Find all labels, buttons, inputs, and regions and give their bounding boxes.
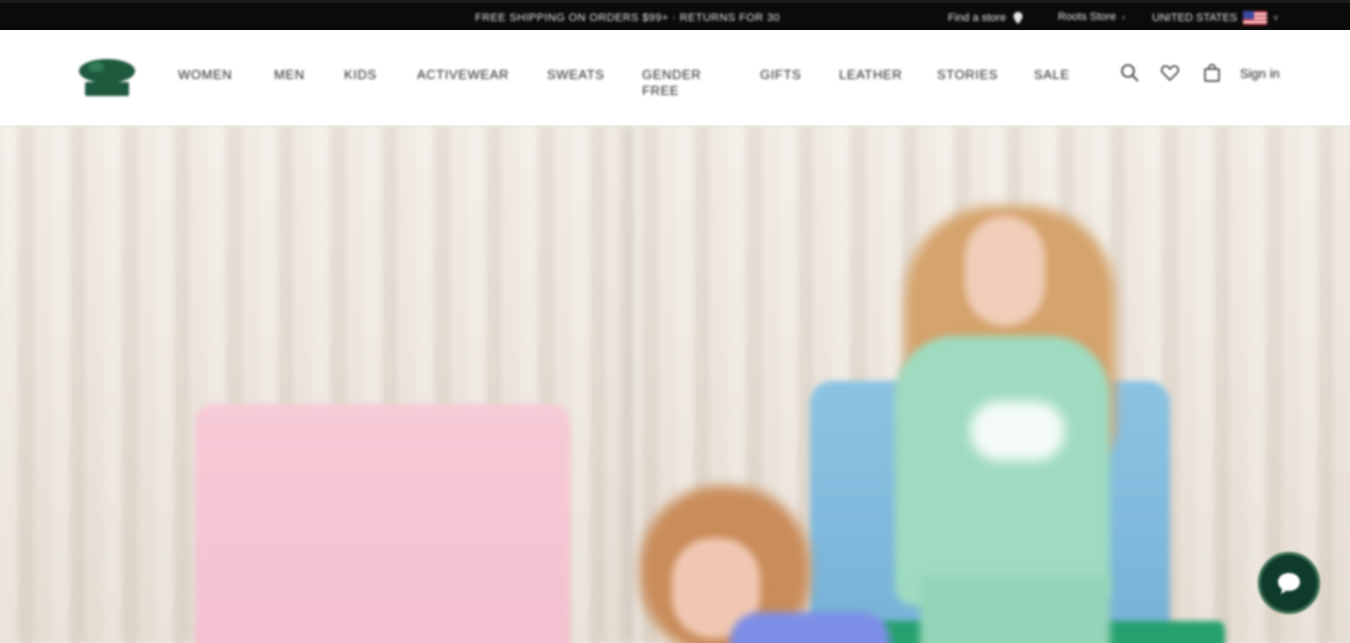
promo-text[interactable]: FREE SHIPPING ON ORDERS $99+ · RETURNS F… xyxy=(475,12,780,24)
nav-sale[interactable]: SALE xyxy=(1034,67,1070,83)
sign-in-link[interactable]: Sign in xyxy=(1240,66,1280,81)
nav-gender-free[interactable]: GENDER FREE xyxy=(642,67,722,99)
country-selector[interactable]: UNITED STATES ˅ xyxy=(1152,11,1278,25)
blue-sweatshirt xyxy=(730,612,890,643)
chat-button[interactable] xyxy=(1258,552,1320,614)
nav-men[interactable]: MEN xyxy=(274,67,305,83)
nav-leather[interactable]: LEATHER xyxy=(839,67,902,83)
standing-girl-face xyxy=(965,216,1045,326)
nav-women[interactable]: WOMEN xyxy=(178,67,232,83)
mint-sweatpants xyxy=(920,576,1110,643)
chevron-down-icon: ˅ xyxy=(1273,13,1279,23)
nav-activewear[interactable]: ACTIVEWEAR xyxy=(417,67,509,83)
search-icon[interactable] xyxy=(1120,63,1140,83)
find-store-label: Find a store xyxy=(948,12,1007,24)
announcement-bar: FREE SHIPPING ON ORDERS $99+ · RETURNS F… xyxy=(0,0,1350,30)
roots-beaver-logo[interactable] xyxy=(76,54,138,100)
chevron-right-icon: › xyxy=(1122,12,1126,22)
nav-sweats[interactable]: SWEATS xyxy=(547,67,605,83)
us-flag-icon xyxy=(1243,11,1268,25)
region-store-label: Roots Store xyxy=(1058,11,1117,23)
site-header: WOMEN MEN KIDS ACTIVEWEAR SWEATS GENDER … xyxy=(0,30,1350,126)
region-store-link[interactable]: Roots Store › xyxy=(1058,11,1125,23)
country-label: UNITED STATES xyxy=(1152,12,1238,24)
mint-hoodie xyxy=(895,336,1110,606)
map-pin-icon xyxy=(1013,12,1023,24)
pink-ottoman xyxy=(195,404,570,643)
nav-kids[interactable]: KIDS xyxy=(344,67,377,83)
find-store-link[interactable]: Find a store xyxy=(948,11,1024,25)
heart-icon[interactable] xyxy=(1160,63,1180,83)
hoodie-logo-print xyxy=(970,401,1065,461)
nav-stories[interactable]: STORIES xyxy=(937,67,998,83)
hero-banner[interactable] xyxy=(0,126,1350,643)
curtain-seam xyxy=(622,126,634,643)
chat-bubble-icon xyxy=(1278,573,1300,594)
shopping-bag-icon[interactable] xyxy=(1202,63,1222,83)
nav-gifts[interactable]: GIFTS xyxy=(760,67,801,83)
